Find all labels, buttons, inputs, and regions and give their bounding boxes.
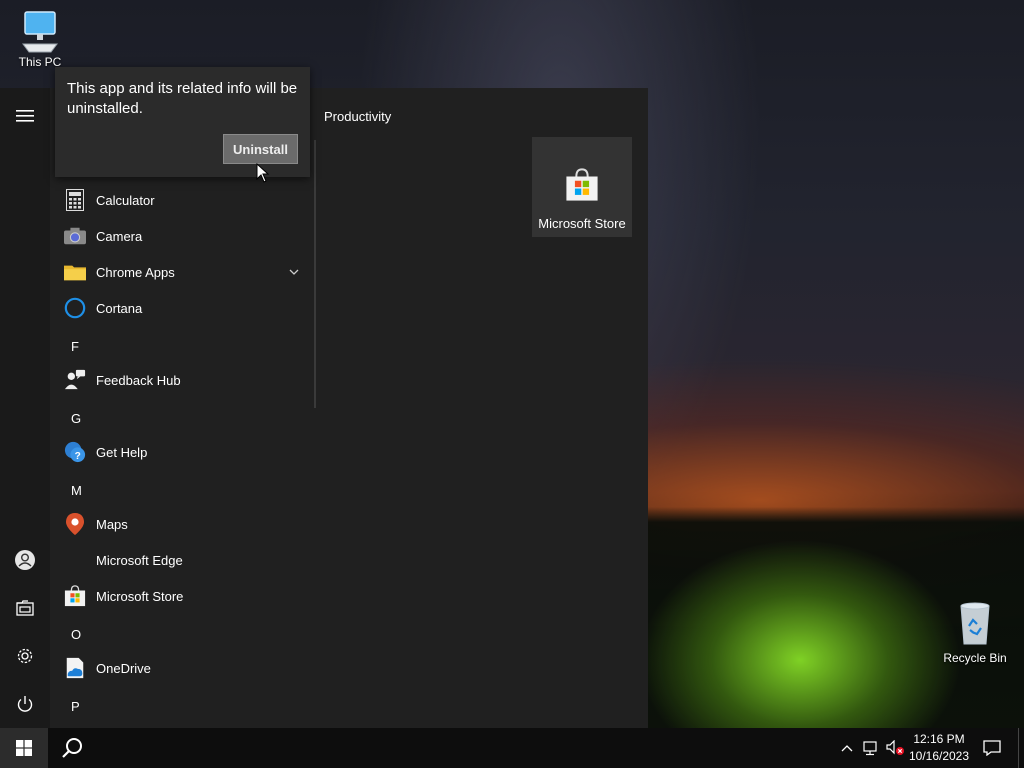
letter-header-m[interactable]: M: [71, 483, 82, 498]
app-label: Microsoft Edge: [96, 552, 183, 568]
start-rail: [0, 88, 50, 728]
letter-header-p[interactable]: P: [71, 699, 80, 714]
letter-header-o[interactable]: O: [71, 627, 81, 642]
onedrive-icon: [64, 657, 86, 679]
power-icon: [17, 696, 33, 712]
app-item-chrome-apps[interactable]: Chrome Apps: [55, 254, 305, 290]
app-item-cortana[interactable]: Cortana: [55, 290, 305, 326]
uninstall-button[interactable]: Uninstall: [223, 134, 298, 164]
recycle-bin-icon: [960, 602, 990, 645]
network-button[interactable]: [860, 728, 882, 768]
chevron-up-icon: [841, 745, 853, 752]
app-label: Microsoft Store: [96, 588, 184, 604]
app-item-microsoft-edge[interactable]: Microsoft Edge: [55, 542, 305, 578]
app-label: Chrome Apps: [96, 264, 175, 280]
power-button[interactable]: [0, 684, 50, 724]
app-label: Cortana: [96, 300, 143, 316]
tile-group-label[interactable]: Productivity: [324, 109, 391, 124]
app-label: Feedback Hub: [96, 372, 181, 388]
tile-label: Microsoft Store: [538, 216, 626, 231]
app-item-feedback-hub[interactable]: Feedback Hub: [55, 362, 305, 398]
computer-icon: [22, 11, 58, 53]
network-icon: [863, 741, 877, 756]
folder-icon: [64, 261, 86, 283]
gear-icon: [17, 648, 33, 664]
app-label: Get Help: [96, 444, 148, 460]
settings-button[interactable]: [0, 636, 50, 676]
taskbar-clock[interactable]: 12:16 PM 10/16/2023: [904, 731, 974, 765]
this-pc-desktop-icon[interactable]: This PC: [10, 8, 70, 69]
camera-icon: [64, 225, 86, 247]
taskbar: 12:16 PM 10/16/2023: [0, 728, 1024, 768]
microsoft-store-icon: [566, 168, 598, 201]
recycle-bin-label: Recycle Bin: [943, 651, 1007, 665]
recycle-bin-desktop-icon[interactable]: Recycle Bin: [940, 600, 1010, 665]
show-hidden-icons-button[interactable]: [838, 728, 856, 768]
app-list: Calculator Camera Chrome Apps Cortana F …: [55, 88, 315, 728]
app-label: Maps: [96, 516, 128, 532]
app-item-camera[interactable]: Camera: [55, 218, 305, 254]
chevron-down-icon[interactable]: [289, 269, 299, 275]
clock-time: 12:16 PM: [913, 732, 965, 746]
volume-button[interactable]: [884, 728, 906, 768]
start-button[interactable]: [0, 728, 48, 768]
notifications-icon: [983, 740, 1001, 756]
svg-text:?: ?: [75, 451, 81, 462]
uninstall-confirmation-flyout: This app and its related info will be un…: [55, 67, 310, 177]
get-help-icon: ?: [64, 441, 86, 463]
search-button[interactable]: [48, 728, 96, 768]
app-label: OneDrive: [96, 660, 151, 676]
documents-icon: [16, 600, 34, 616]
show-desktop-button[interactable]: [1018, 728, 1024, 768]
app-item-get-help[interactable]: ? Get Help: [55, 434, 305, 470]
search-icon: [62, 738, 82, 758]
uninstall-message: This app and its related info will be un…: [67, 80, 298, 117]
account-button[interactable]: [0, 540, 50, 580]
windows-logo-icon: [16, 740, 32, 756]
documents-button[interactable]: [0, 588, 50, 628]
microsoft-store-tile[interactable]: Microsoft Store: [532, 137, 632, 237]
letter-header-g[interactable]: G: [71, 411, 81, 426]
calculator-icon: [64, 189, 86, 211]
letter-header-f[interactable]: F: [71, 339, 79, 354]
mouse-cursor-icon: [256, 163, 270, 183]
expand-menu-button[interactable]: [0, 96, 50, 136]
app-label: Calculator: [96, 192, 155, 208]
app-item-onedrive[interactable]: OneDrive: [55, 650, 305, 686]
microsoft-store-icon: [64, 585, 86, 607]
app-item-maps[interactable]: Maps: [55, 506, 305, 542]
app-list-scrollbar[interactable]: [314, 140, 316, 408]
maps-icon: [64, 513, 86, 535]
hamburger-icon: [16, 110, 34, 122]
clock-date: 10/16/2023: [908, 749, 970, 763]
app-label: Camera: [96, 228, 143, 244]
cortana-icon: [64, 297, 86, 319]
action-center-button[interactable]: [980, 728, 1004, 768]
app-item-microsoft-store[interactable]: Microsoft Store: [55, 578, 305, 614]
app-item-calculator[interactable]: Calculator: [55, 182, 305, 218]
user-icon: [15, 550, 35, 570]
feedback-hub-icon: [64, 369, 86, 391]
volume-muted-icon: [886, 740, 904, 755]
